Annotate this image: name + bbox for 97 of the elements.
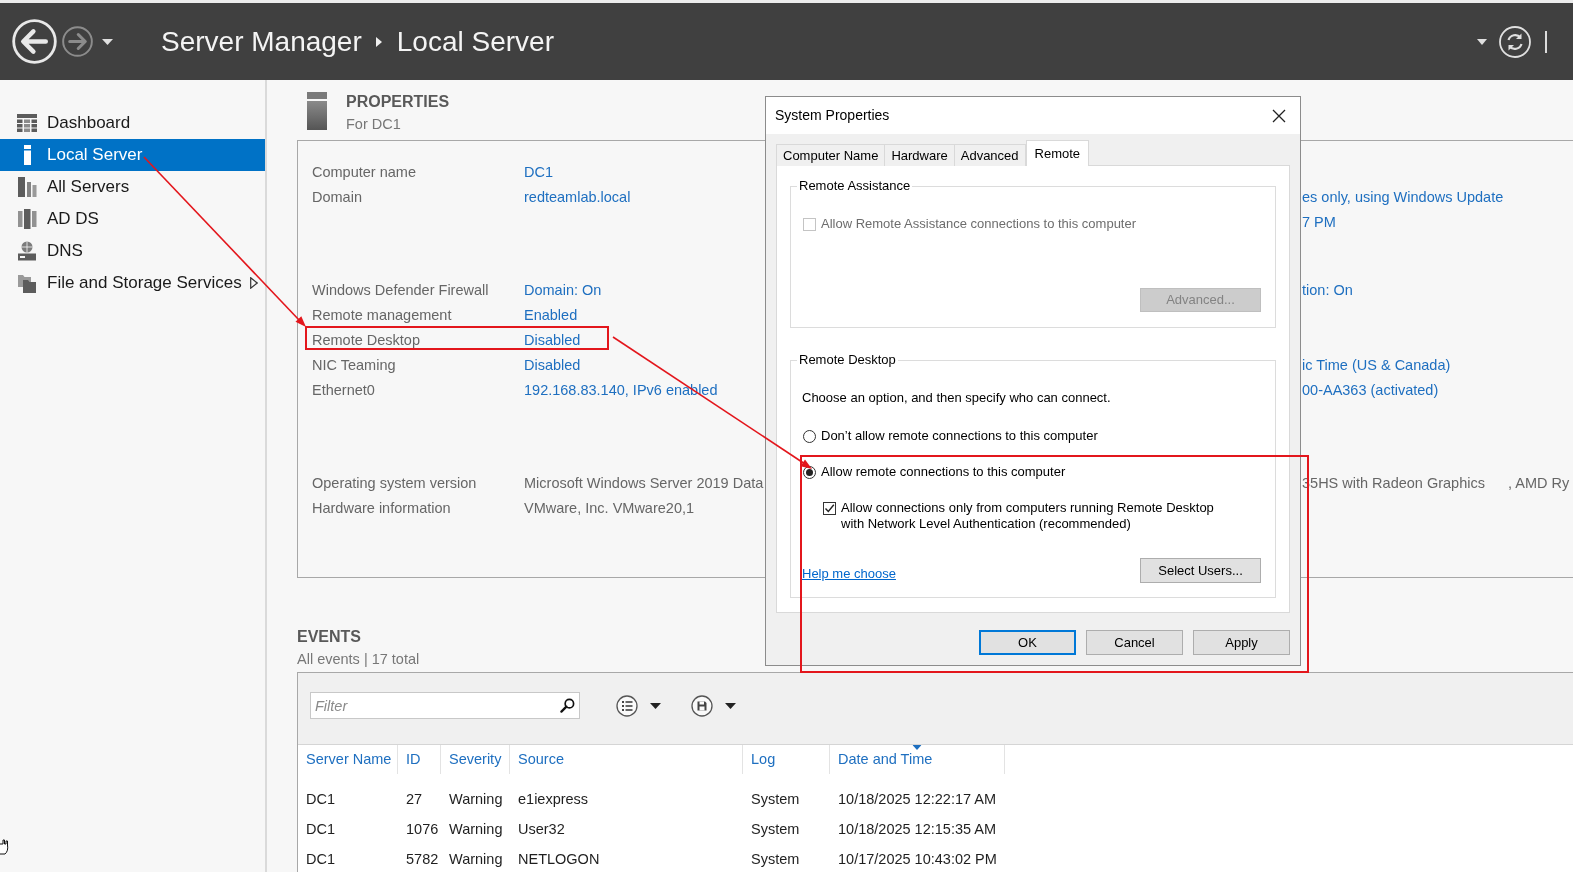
back-button[interactable] (12, 19, 57, 64)
property-link[interactable]: tion: On (1302, 282, 1353, 299)
table-cell-text: 10/18/2025 12:22:17 AM (838, 790, 997, 810)
table-cell-text: Warning (449, 820, 503, 840)
tab[interactable]: Computer Name (776, 144, 886, 166)
table-cell-text: System (751, 820, 800, 840)
property-label: NIC Teaming (312, 357, 396, 374)
dialog-title: System Properties (775, 106, 890, 125)
sidebar-item[interactable]: Dashboard (0, 107, 265, 139)
property-label: Remote Desktop (312, 332, 420, 349)
select-users-button[interactable]: Select Users... (1140, 558, 1261, 583)
property-link[interactable]: Disabled (524, 332, 581, 349)
property-link[interactable]: DC1 (524, 164, 553, 181)
property-label: Domain (312, 189, 362, 206)
caret-icon[interactable] (102, 38, 113, 45)
sidebar-item[interactable]: AD DS (0, 203, 265, 235)
save-icon[interactable] (691, 694, 713, 717)
table-cell-text: Warning (449, 790, 503, 810)
grid-icon (17, 113, 37, 133)
sidebar-item[interactable]: All Servers (0, 171, 265, 203)
checkbox-label: Allow connections only from computers running Remote Desktop with Network Level Authentication (recommended) (841, 500, 1215, 532)
column-header[interactable]: Date and Time (830, 745, 1005, 774)
property-link[interactable]: Disabled (524, 357, 581, 374)
table-cell-text: System (751, 790, 800, 810)
tab[interactable]: Remote (1025, 140, 1090, 166)
section-title: EVENTS (297, 627, 361, 647)
tab[interactable]: Hardware (885, 144, 955, 166)
sidebar-item[interactable]: DNS (0, 235, 265, 267)
column-header[interactable]: Source (510, 745, 743, 774)
checkbox-label: Allow Remote Assistance connections to this computer (821, 216, 1137, 232)
radio-button[interactable] (803, 429, 816, 443)
table-cell-text: NETLOGON (518, 850, 600, 870)
breadcrumb-item[interactable]: Server Manager (161, 24, 362, 59)
property-label: Remote management (312, 307, 452, 324)
checkbox[interactable] (823, 502, 836, 515)
folders-icon (17, 273, 37, 293)
list-icon[interactable] (616, 694, 638, 717)
table-cell-text: DC1 (306, 820, 335, 840)
table-cell-text: 10/18/2025 12:15:35 AM (838, 820, 997, 840)
section-subtitle: For DC1 (346, 115, 401, 134)
column-header[interactable]: Log (743, 745, 830, 774)
radio-label: Don’t allow remote connections to this computer (821, 428, 1098, 444)
breadcrumb-item[interactable]: Local Server (396, 24, 554, 59)
property-link[interactable]: 7 PM (1302, 214, 1336, 231)
table-cell-text: Warning (449, 850, 503, 870)
table-cell-text: System (751, 850, 800, 870)
table-cell-text: DC1 (306, 850, 335, 870)
table-cell-text: e1iexpress (518, 790, 589, 810)
property-value: , AMD Ry (1508, 475, 1570, 492)
caret-icon[interactable] (1477, 38, 1487, 45)
table-cell-text: 10/17/2025 10:43:02 PM (838, 850, 997, 870)
property-link[interactable]: Domain: On (524, 282, 602, 299)
property-link[interactable]: ic Time (US & Canada) (1302, 357, 1451, 374)
column-header[interactable]: ID (398, 745, 441, 774)
help-link[interactable]: Help me choose (802, 566, 896, 582)
checkmark-icon (824, 503, 835, 514)
caret-icon[interactable] (650, 702, 661, 709)
caret-icon[interactable] (725, 702, 736, 709)
sidebar-item[interactable]: File and Storage Services (0, 267, 265, 299)
property-label: Computer name (312, 164, 416, 181)
expand-triangle-icon[interactable] (250, 277, 258, 289)
table-cell-text: 5782 (406, 850, 439, 870)
server-rack-icon (17, 209, 37, 229)
server-tower-icon (307, 92, 327, 130)
column-header[interactable]: Server Name (298, 745, 398, 774)
table-cell-text: DC1 (306, 790, 335, 810)
sidebar-item[interactable]: Local Server (0, 139, 265, 171)
property-label: Hardware information (312, 500, 451, 517)
breadcrumb-arrow-icon (375, 36, 382, 47)
property-link[interactable]: redteamlab.local (524, 189, 631, 206)
property-label: Windows Defender Firewall (312, 282, 489, 299)
section-subtitle: All events | 17 total (297, 650, 420, 669)
section-title: PROPERTIES (346, 92, 450, 112)
property-value: Microsoft Windows Server 2019 Data (524, 475, 764, 492)
search-icon[interactable] (560, 698, 575, 713)
table-cell-text: 27 (406, 790, 423, 810)
filter-field[interactable]: Filter (310, 692, 580, 719)
table-cell-text: 1076 (406, 820, 439, 840)
property-link[interactable]: es only, using Windows Update (1302, 189, 1504, 206)
instruction-text: Choose an option, and then specify who can connect. (802, 390, 1111, 406)
dialog-button[interactable]: OK (979, 630, 1076, 655)
property-label: Ethernet0 (312, 382, 375, 399)
property-label: Operating system version (312, 475, 477, 492)
property-value: VMware, Inc. VMware20,1 (524, 500, 695, 517)
globe-server-icon (17, 241, 37, 261)
property-link[interactable]: 00-AA363 (activated) (1302, 382, 1439, 399)
dialog-button[interactable]: Cancel (1086, 630, 1183, 655)
column-header[interactable]: Severity (441, 745, 510, 774)
dialog-button[interactable]: Apply (1193, 630, 1290, 655)
refresh-icon[interactable] (1499, 25, 1531, 58)
radio-label: Allow remote connections to this computer (821, 464, 1066, 480)
tab[interactable]: Advanced (954, 144, 1026, 166)
close-icon[interactable] (1272, 108, 1286, 123)
group-legend: Remote Desktop (797, 352, 898, 368)
servers-icon (17, 177, 37, 197)
property-link[interactable]: Enabled (524, 307, 578, 324)
table-cell-text: User32 (518, 820, 565, 840)
